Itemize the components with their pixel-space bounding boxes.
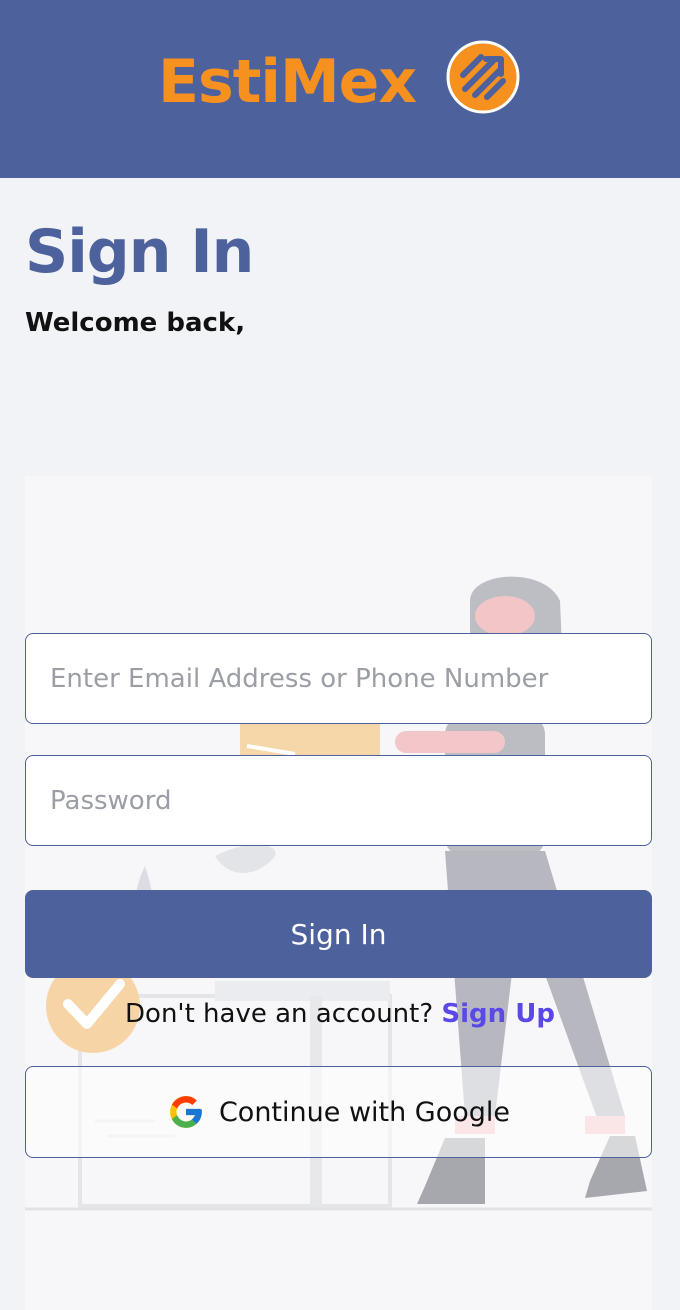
google-button-label: Continue with Google [218, 1096, 511, 1128]
sign-up-link[interactable]: Sign Up [441, 999, 555, 1029]
google-g-icon [170, 1096, 202, 1128]
trending-arrow-badge-icon [446, 40, 520, 114]
welcome-subtitle: Welcome back, [25, 308, 246, 338]
app-header: EstiMex [0, 0, 680, 178]
page-title: Sign In [25, 217, 254, 287]
signup-prompt-line: Don't have an account? Sign Up [0, 996, 680, 1032]
sign-in-button[interactable]: Sign In [25, 890, 652, 978]
signup-prompt-text: Don't have an account? [125, 999, 442, 1029]
password-field[interactable] [25, 755, 652, 846]
continue-with-google-button[interactable]: Continue with Google [25, 1066, 652, 1158]
brand-name: EstiMex [158, 47, 417, 117]
email-field[interactable] [25, 633, 652, 724]
